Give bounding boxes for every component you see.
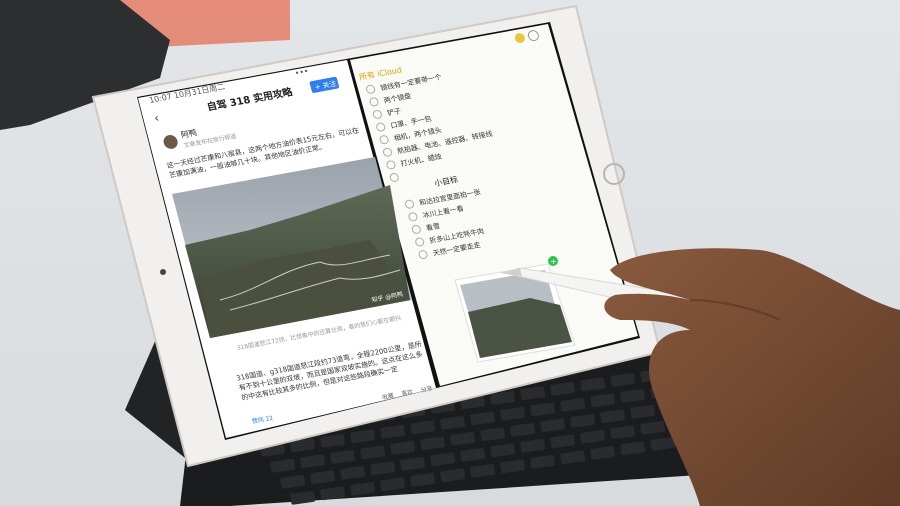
svg-text:+: + (550, 257, 557, 266)
photo-scene: 10:07 10月31日周二 ••• ‹ 自驾 318 实用攻略 + 关注 阿鸭… (0, 0, 900, 506)
camera-dot (160, 269, 166, 275)
